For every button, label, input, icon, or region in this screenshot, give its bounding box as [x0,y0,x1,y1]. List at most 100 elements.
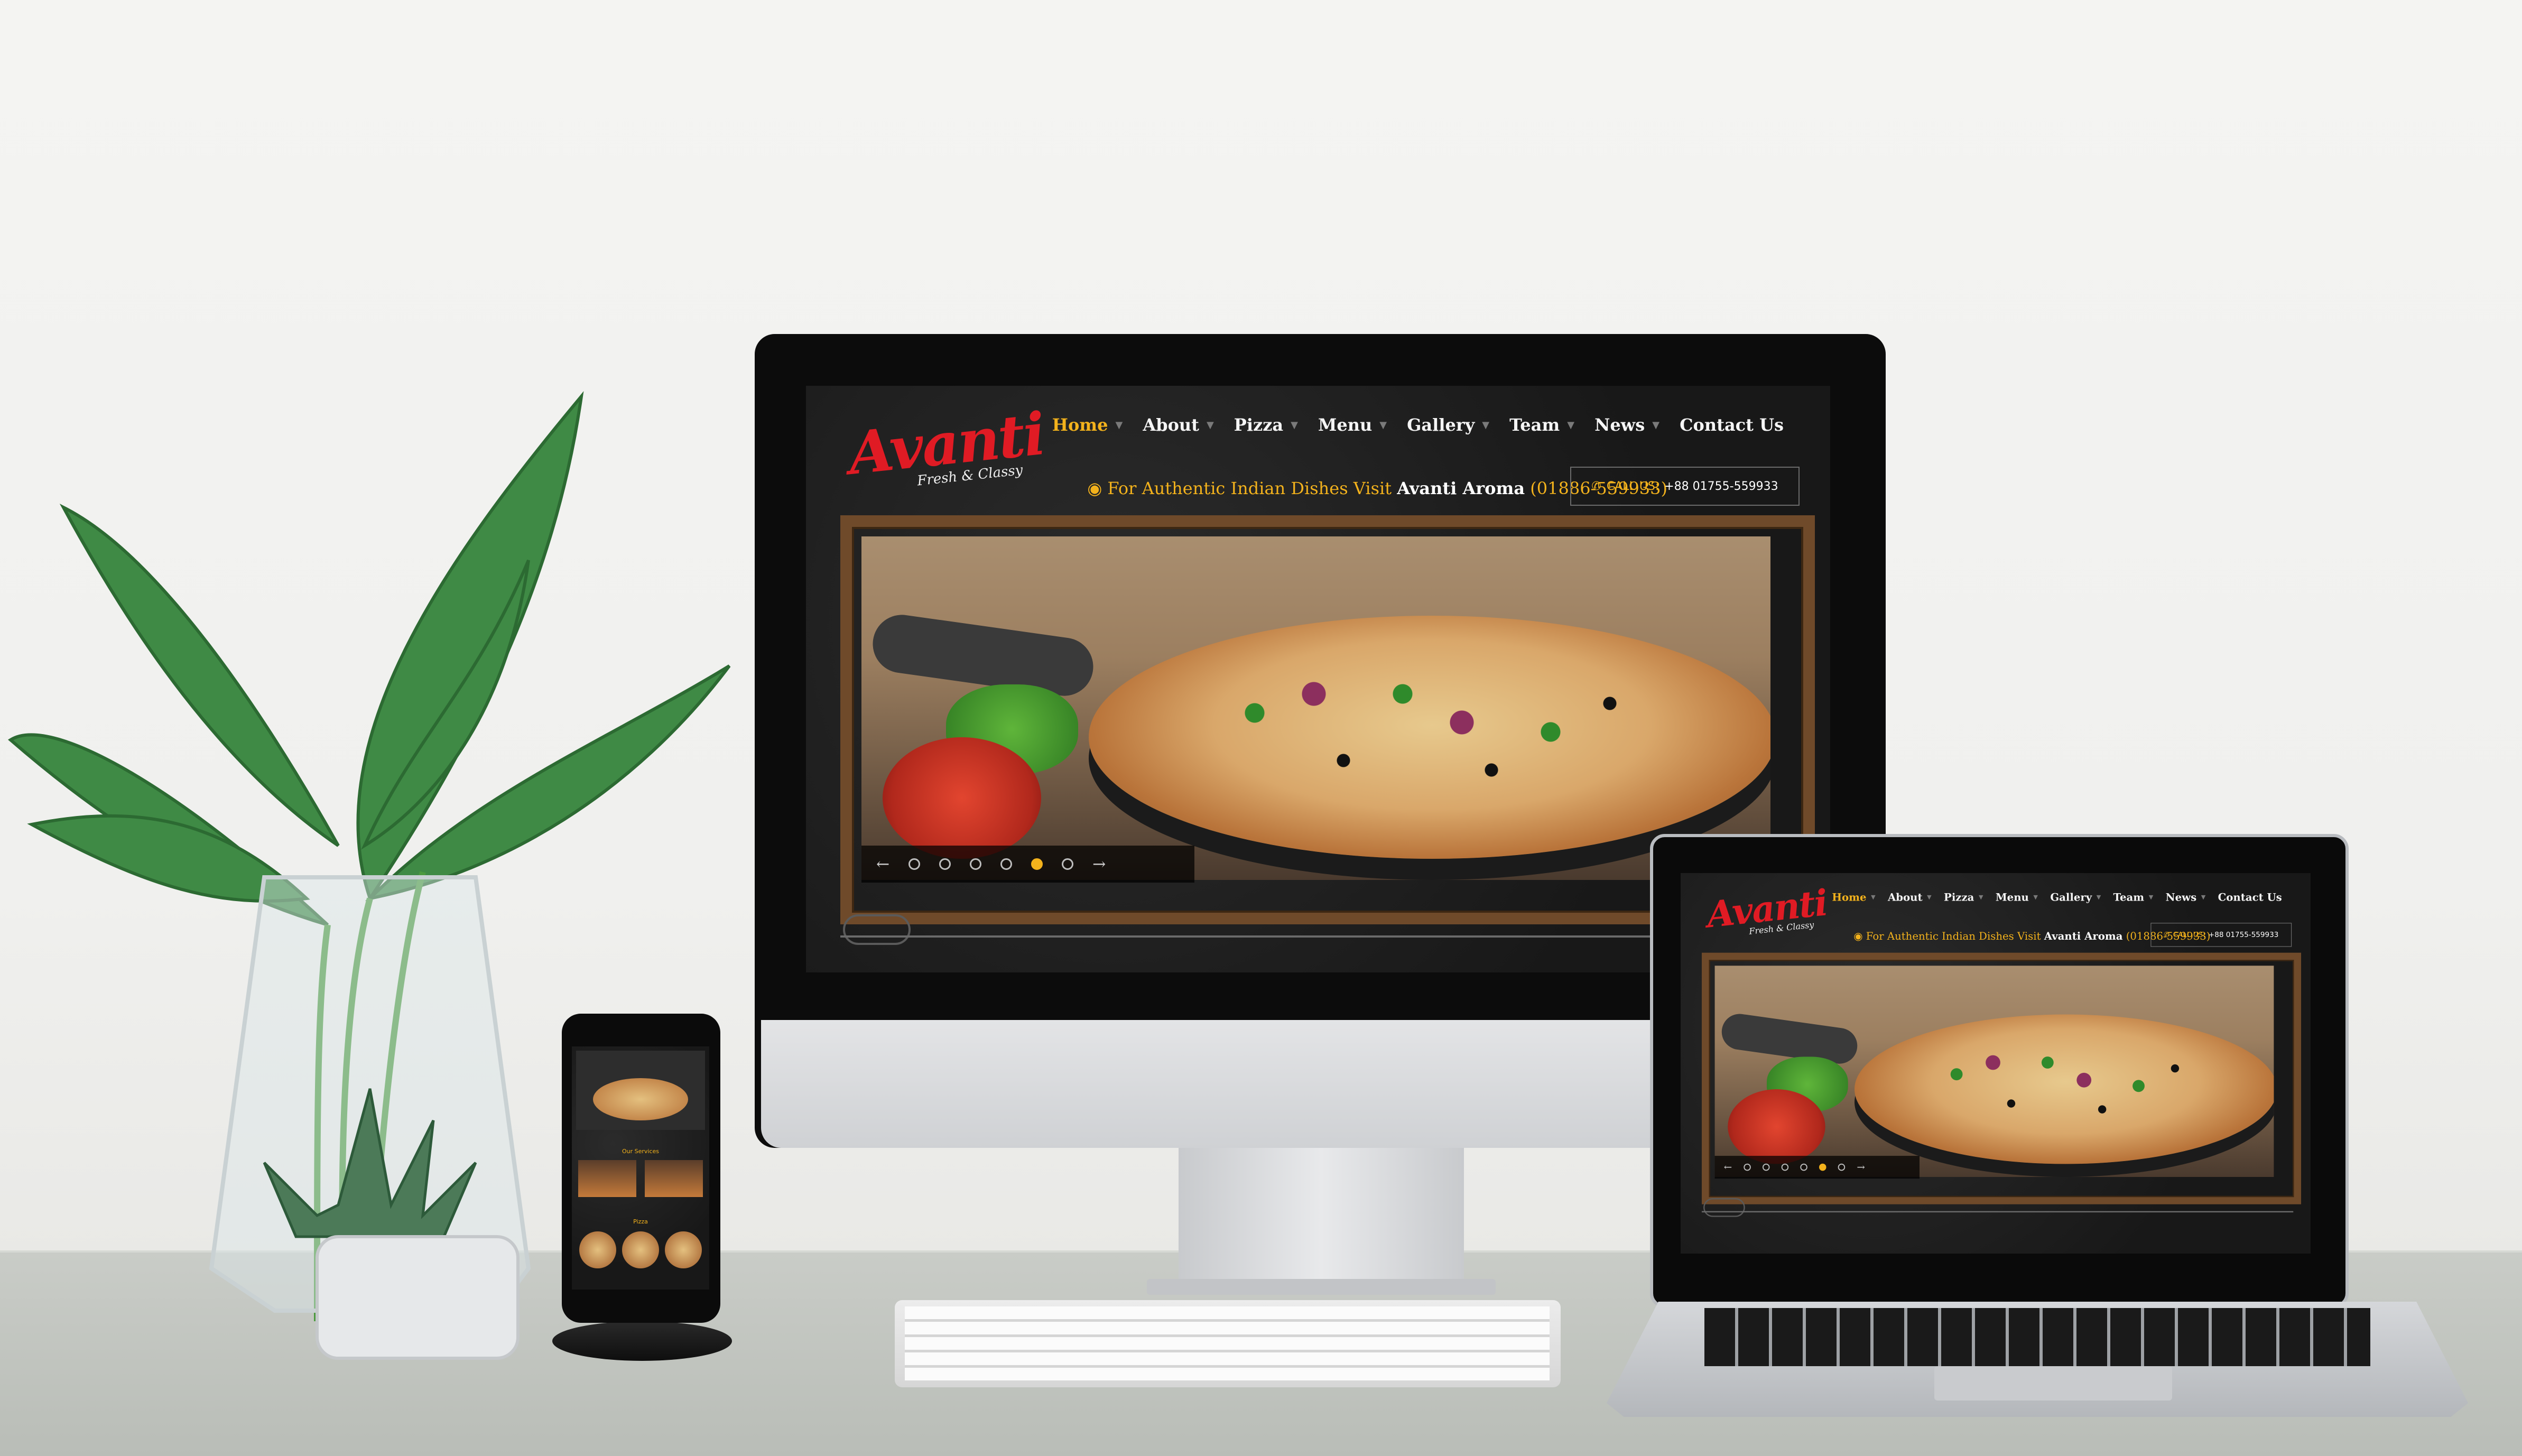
footer-ornament [1703,1198,1745,1217]
chevron-down-icon: ▼ [1871,894,1876,901]
nav-item-about[interactable]: About ▼ [1888,891,1932,903]
imac-foot [1147,1279,1496,1295]
footer-divider [1701,1211,2294,1213]
chevron-down-icon: ▼ [2096,894,2101,901]
nav-item-news[interactable]: News ▼ [1594,415,1659,435]
website-mobile-view: Our Services Pizza [572,1046,709,1290]
arrow-right-icon[interactable]: → [1092,855,1106,874]
phone-screen: Our Services Pizza [572,1046,709,1290]
chevron-down-icon: ▼ [1379,419,1387,431]
laptop-trackpad [1934,1366,2172,1401]
mobile-pizza-thumb[interactable] [579,1231,616,1268]
nav-item-contact[interactable]: Contact Us [2218,891,2282,903]
mobile-hero-pizza [593,1078,688,1120]
nav-item-label: Menu [1318,415,1373,435]
nav-item-label: About [1143,415,1199,435]
nav-item-gallery[interactable]: Gallery ▼ [1407,415,1489,435]
main-navigation: Home ▼ About ▼ Pizza ▼ Menu ▼ Gallery ▼ Team ▼… [1832,891,2282,903]
promo-brand[interactable]: Avanti Aroma [2044,930,2123,942]
chevron-down-icon: ▼ [1652,419,1660,431]
nav-item-news[interactable]: News ▼ [2166,891,2206,903]
slider-dot[interactable] [1838,1163,1846,1171]
chevron-down-icon: ▼ [1979,894,1983,901]
mobile-section-pizza: Pizza [633,1218,648,1225]
chevron-down-icon: ▼ [1927,894,1932,901]
nav-item-label: Team [2113,891,2145,904]
nav-item-pizza[interactable]: Pizza ▼ [1234,415,1298,435]
call-label: CALL US: [1606,479,1659,493]
nav-item-gallery[interactable]: Gallery ▼ [2050,891,2101,903]
mobile-section-services: Our Services [622,1148,660,1155]
slider-dot[interactable] [908,858,921,870]
nav-item-home[interactable]: Home ▼ [1052,415,1123,435]
nav-item-label: Pizza [1944,891,1974,904]
nav-item-pizza[interactable]: Pizza ▼ [1944,891,1983,903]
nav-item-home[interactable]: Home ▼ [1832,891,1875,903]
mobile-service-image [578,1160,636,1197]
mobile-pizza-thumb[interactable] [665,1231,702,1268]
nav-item-label: Gallery [2050,891,2092,904]
promo-prefix: For Authentic Indian Dishes Visit [1107,478,1392,498]
arrow-left-icon[interactable]: ← [876,855,889,874]
chevron-down-icon: ▼ [1482,419,1490,431]
slider-dot[interactable] [1062,858,1074,870]
keyboard-keys [905,1306,1550,1380]
main-navigation: Home ▼ About ▼ Pizza ▼ Menu ▼ Gallery ▼ Team ▼… [1052,415,1784,435]
slider-controls: ← → [861,846,1194,883]
call-us-button[interactable]: ✆ CALL US: +88 01755-559933 [1570,467,1800,506]
slider-controls: ← → [1714,1156,1920,1179]
nav-item-menu[interactable]: Menu ▼ [1996,891,2038,903]
slider-dot[interactable] [1800,1163,1807,1171]
promo-brand[interactable]: Avanti Aroma [1397,478,1525,498]
hero-slide-pizza [861,536,1770,880]
nav-item-label: Menu [1995,891,2029,904]
nav-item-label: News [2165,891,2197,904]
mobile-pizza-thumb[interactable] [622,1231,659,1268]
nav-item-about[interactable]: About ▼ [1143,415,1213,435]
phone-dock [552,1321,732,1361]
nav-item-contact[interactable]: Contact Us [1680,415,1784,435]
slider-dot[interactable] [1744,1163,1751,1171]
slide-tomato [1728,1089,1825,1164]
call-number: +88 01755-559933 [2208,931,2279,939]
phone-icon: ✆ [2164,931,2170,939]
nav-item-label: Gallery [1407,415,1475,435]
slide-toppings [1884,1027,2248,1145]
laptop-keyboard [1704,1308,2370,1366]
location-icon: ◉ [1087,478,1102,498]
chevron-down-icon: ▼ [1291,419,1298,431]
call-number: +88 01755-559933 [1664,479,1778,493]
arrow-left-icon[interactable]: ← [1724,1162,1732,1173]
imac-stand [1179,1148,1464,1285]
nav-item-label: Home [1052,415,1108,435]
site-header: Avanti Fresh & Classy Home ▼ About ▼ Pizza… [1700,881,2292,947]
nav-item-menu[interactable]: Menu ▼ [1318,415,1387,435]
hero-slide-pizza [1714,966,2274,1177]
mobile-service-image [645,1160,703,1197]
chevron-down-icon: ▼ [2148,894,2154,901]
slider-dot-active[interactable] [1819,1163,1826,1171]
laptop-screen: Avanti Fresh & Classy Home ▼ About ▼ Pizza… [1681,873,2311,1254]
succulent-pot [316,1235,520,1360]
nav-item-label: Team [1509,415,1560,435]
plant-leaves [7,391,731,926]
slider-dot[interactable] [1763,1163,1770,1171]
call-us-button[interactable]: ✆ CALL US: +88 01755-559933 [2150,923,2292,947]
slider-dot[interactable] [1781,1163,1789,1171]
chevron-down-icon: ▼ [1206,419,1214,431]
slide-tomato [883,737,1041,859]
promo-prefix: For Authentic Indian Dishes Visit [1866,930,2041,942]
slider-dot[interactable] [939,858,951,870]
chevron-down-icon: ▼ [1567,419,1575,431]
slider-dot[interactable] [1000,858,1013,870]
site-header: Avanti Fresh & Classy Home ▼ About ▼ Pizza… [838,399,1800,506]
chevron-down-icon: ▼ [1115,419,1123,431]
footer-ornament [843,914,911,945]
nav-item-team[interactable]: Team ▼ [1509,415,1574,435]
slider-dot[interactable] [970,858,982,870]
website-laptop-view: Avanti Fresh & Classy Home ▼ About ▼ Pizza… [1681,873,2311,1234]
arrow-right-icon[interactable]: → [1857,1162,1865,1173]
nav-item-team[interactable]: Team ▼ [2113,891,2154,903]
nav-item-label: About [1887,891,1923,904]
slider-dot-active[interactable] [1031,858,1043,870]
